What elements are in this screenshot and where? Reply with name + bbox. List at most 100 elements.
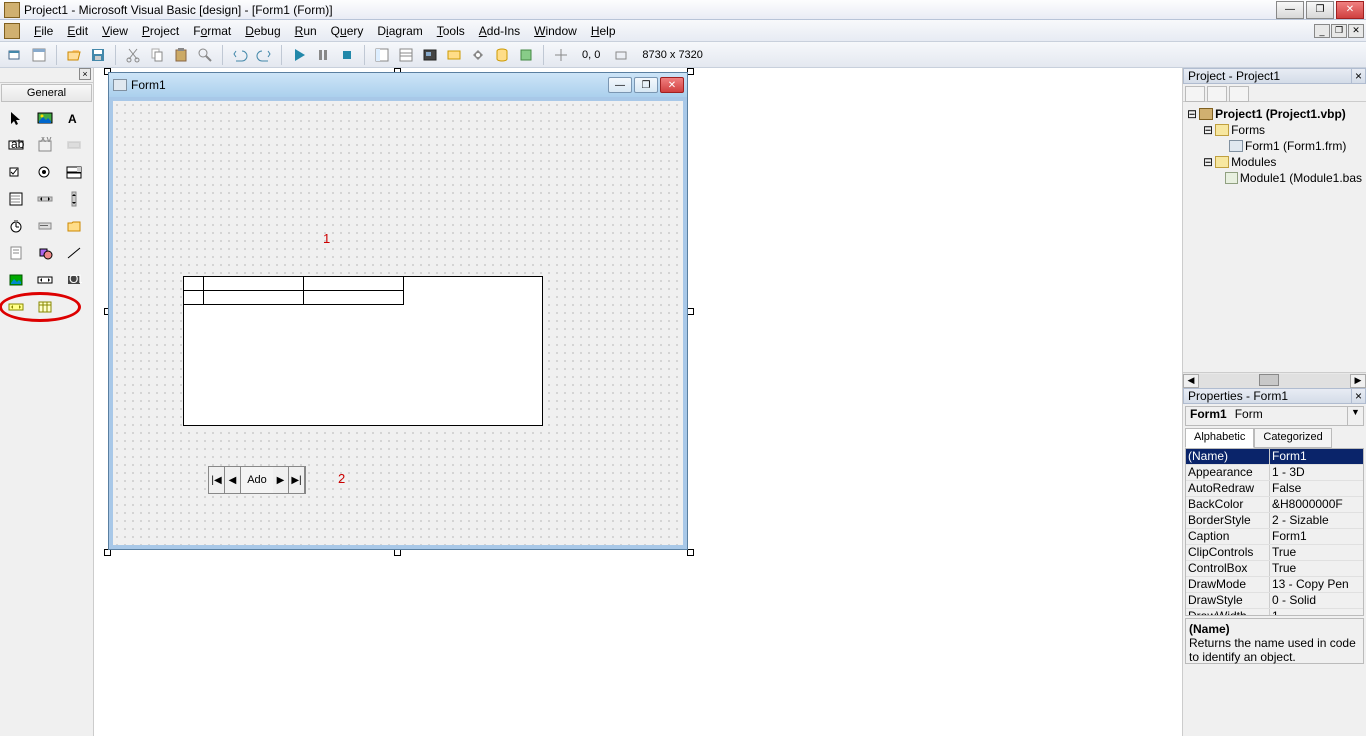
property-row[interactable]: ClipControlsTrue <box>1186 545 1363 561</box>
form-maximize-button[interactable]: ❐ <box>634 77 658 93</box>
line-tool[interactable] <box>60 240 88 266</box>
properties-window-button[interactable] <box>395 44 417 66</box>
property-value[interactable]: True <box>1270 561 1363 576</box>
property-value[interactable]: Form1 <box>1270 449 1363 464</box>
tab-alphabetic[interactable]: Alphabetic <box>1185 428 1254 448</box>
adodc-control[interactable]: |◀ ◀ Ado ▶ ▶| <box>208 466 306 494</box>
property-value[interactable]: &H8000000F <box>1270 497 1363 512</box>
add-project-button[interactable] <box>4 44 26 66</box>
maximize-button[interactable]: ❐ <box>1306 1 1334 19</box>
filelistbox-tool[interactable] <box>2 240 30 266</box>
menu-run[interactable]: Run <box>289 22 323 40</box>
project-explorer-close-icon[interactable]: × <box>1351 69 1365 83</box>
frame-tool[interactable]: xv <box>31 132 59 158</box>
property-row[interactable]: (Name)Form1 <box>1186 449 1363 465</box>
tree-module-item[interactable]: Module1 (Module1.bas <box>1240 170 1362 186</box>
menu-edit[interactable]: Edit <box>61 22 94 40</box>
menu-addins[interactable]: Add-Ins <box>473 22 526 40</box>
property-row[interactable]: DrawStyle0 - Solid <box>1186 593 1363 609</box>
selection-handle[interactable] <box>687 308 694 315</box>
start-button[interactable] <box>288 44 310 66</box>
form-body[interactable]: 1 |◀ ◀ Ado ▶ ▶| 2 <box>109 97 687 549</box>
mdi-restore[interactable]: ❐ <box>1331 24 1347 38</box>
break-button[interactable] <box>312 44 334 66</box>
property-row[interactable]: BorderStyle2 - Sizable <box>1186 513 1363 529</box>
tab-categorized[interactable]: Categorized <box>1254 428 1331 448</box>
component-button[interactable] <box>515 44 537 66</box>
end-button[interactable] <box>336 44 358 66</box>
label-tool[interactable]: A <box>60 105 88 131</box>
ado-first-button[interactable]: |◀ <box>209 467 225 493</box>
textbox-tool[interactable]: ab| <box>2 132 30 158</box>
vscrollbar-tool[interactable] <box>60 186 88 212</box>
menu-debug[interactable]: Debug <box>239 22 286 40</box>
form-window[interactable]: Form1 — ❐ ✕ 1 |◀ ◀ Ado <box>108 72 688 550</box>
property-row[interactable]: AutoRedrawFalse <box>1186 481 1363 497</box>
selection-handle[interactable] <box>104 549 111 556</box>
form-designer[interactable]: Form1 — ❐ ✕ 1 |◀ ◀ Ado <box>94 68 1182 736</box>
close-button[interactable]: ✕ <box>1336 1 1364 19</box>
picturebox-tool[interactable] <box>31 105 59 131</box>
modules-folder[interactable]: Modules <box>1231 154 1276 170</box>
optionbutton-tool[interactable] <box>31 159 59 185</box>
view-object-button[interactable] <box>1207 86 1227 102</box>
datagrid-control[interactable] <box>183 276 543 426</box>
project-hscroll[interactable]: ◀ ▶ <box>1183 372 1366 388</box>
shape-tool[interactable] <box>31 240 59 266</box>
menu-help[interactable]: Help <box>585 22 622 40</box>
menu-query[interactable]: Query <box>325 22 370 40</box>
menu-diagram[interactable]: Diagram <box>371 22 428 40</box>
scroll-thumb[interactable] <box>1259 374 1279 386</box>
find-button[interactable] <box>194 44 216 66</box>
property-row[interactable]: Appearance1 - 3D <box>1186 465 1363 481</box>
selection-handle[interactable] <box>394 549 401 556</box>
view-code-button[interactable] <box>1185 86 1205 102</box>
property-value[interactable]: 13 - Copy Pen <box>1270 577 1363 592</box>
properties-grid[interactable]: (Name)Form1Appearance1 - 3DAutoRedrawFal… <box>1185 448 1364 616</box>
property-row[interactable]: ControlBoxTrue <box>1186 561 1363 577</box>
ado-prev-button[interactable]: ◀ <box>225 467 241 493</box>
save-button[interactable] <box>87 44 109 66</box>
menu-project[interactable]: Project <box>136 22 185 40</box>
menu-window[interactable]: Window <box>528 22 583 40</box>
scroll-left-button[interactable]: ◀ <box>1183 374 1199 388</box>
mdi-minimize[interactable]: _ <box>1314 24 1330 38</box>
hscrollbar-tool[interactable] <box>31 186 59 212</box>
adodc-tool[interactable] <box>2 294 30 320</box>
properties-close-icon[interactable]: × <box>1351 389 1365 403</box>
paste-button[interactable] <box>170 44 192 66</box>
project-explorer-button[interactable] <box>371 44 393 66</box>
copy-button[interactable] <box>146 44 168 66</box>
menu-format[interactable]: Format <box>187 22 237 40</box>
property-value[interactable]: 2 - Sizable <box>1270 513 1363 528</box>
property-value[interactable]: 0 - Solid <box>1270 593 1363 608</box>
forms-folder[interactable]: Forms <box>1231 122 1265 138</box>
form-minimize-button[interactable]: — <box>608 77 632 93</box>
property-value[interactable]: Form1 <box>1270 529 1363 544</box>
property-row[interactable]: BackColor&H8000000F <box>1186 497 1363 513</box>
property-value[interactable]: True <box>1270 545 1363 560</box>
scroll-track[interactable] <box>1199 374 1350 388</box>
data-tool[interactable] <box>31 267 59 293</box>
combobox-tool[interactable] <box>60 159 88 185</box>
mdi-close[interactable]: ✕ <box>1348 24 1364 38</box>
project-root[interactable]: Project1 (Project1.vbp) <box>1215 106 1346 122</box>
toolbox-button[interactable] <box>467 44 489 66</box>
property-value[interactable]: 1 <box>1270 609 1363 616</box>
tree-form-item[interactable]: Form1 (Form1.frm) <box>1245 138 1346 154</box>
undo-button[interactable] <box>229 44 251 66</box>
pointer-tool[interactable] <box>2 105 30 131</box>
toggle-folders-button[interactable] <box>1229 86 1249 102</box>
commandbutton-tool[interactable] <box>60 132 88 158</box>
drivelistbox-tool[interactable] <box>31 213 59 239</box>
menu-view[interactable]: View <box>96 22 134 40</box>
property-value[interactable]: False <box>1270 481 1363 496</box>
checkbox-tool[interactable] <box>2 159 30 185</box>
redo-button[interactable] <box>253 44 275 66</box>
listbox-tool[interactable] <box>2 186 30 212</box>
scroll-right-button[interactable]: ▶ <box>1350 374 1366 388</box>
form-close-button[interactable]: ✕ <box>660 77 684 93</box>
selection-handle[interactable] <box>687 68 694 75</box>
property-value[interactable]: 1 - 3D <box>1270 465 1363 480</box>
ole-tool[interactable]: OLE <box>60 267 88 293</box>
